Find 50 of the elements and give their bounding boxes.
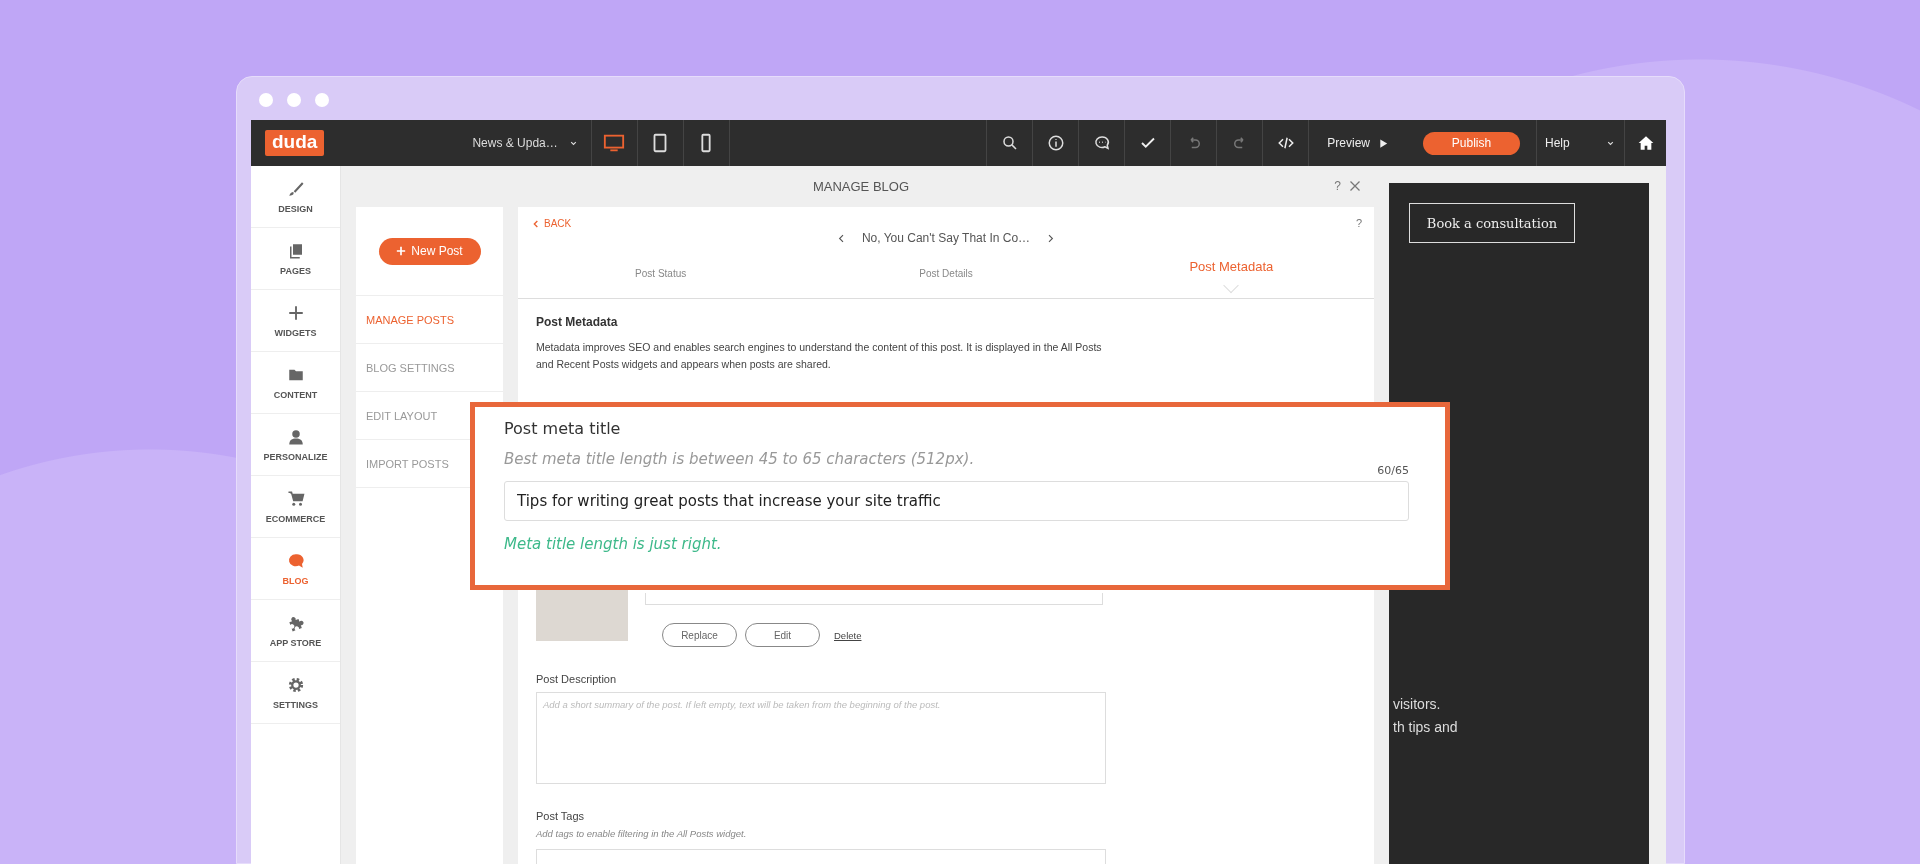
field-label: Post Description bbox=[536, 673, 618, 685]
description-text: Metadata improves SEO and enables search engines to understand the content of this post. It is displayed in the All Posts and Recent Posts widgets and appears when posts are shared. bbox=[536, 340, 1103, 372]
person-icon bbox=[286, 427, 305, 446]
chat-icon bbox=[286, 551, 305, 570]
window-dot bbox=[315, 93, 329, 107]
info-icon[interactable] bbox=[1046, 134, 1065, 152]
delete-link[interactable]: Delete bbox=[834, 629, 862, 641]
page-selector[interactable]: News & Upda… bbox=[466, 135, 591, 151]
field-label: Post Tags bbox=[536, 810, 586, 822]
post-title: No, You Can't Say That In Co… bbox=[861, 231, 1031, 245]
preview-button[interactable]: Preview bbox=[1308, 120, 1407, 166]
tab[interactable]: Post Metadata bbox=[1189, 259, 1274, 274]
site-text: th tips and bbox=[1393, 718, 1459, 737]
chevron-left-icon bbox=[532, 219, 540, 228]
chevron-left-icon[interactable] bbox=[836, 233, 846, 243]
play-icon bbox=[1378, 137, 1389, 149]
window-dot bbox=[259, 93, 273, 107]
help-icon[interactable]: ? bbox=[1355, 217, 1362, 229]
help-icon[interactable]: ? bbox=[1334, 179, 1341, 193]
status-message: Meta title length is just right. bbox=[504, 535, 723, 553]
replace-button[interactable]: Replace bbox=[662, 623, 737, 647]
description-field[interactable]: Add a short summary of the post. If left empty, text will be taken from the beginning of the post. bbox=[536, 692, 1106, 784]
meta-title-field[interactable]: Tips for writing great posts that increase your site traffic bbox=[504, 481, 1409, 521]
cart-icon bbox=[286, 489, 305, 508]
gear-icon bbox=[286, 675, 305, 694]
back-link[interactable]: BACK bbox=[526, 217, 578, 230]
field-hint: Best meta title length is between 45 to 65 characters (512px). bbox=[504, 450, 976, 468]
comment-icon[interactable] bbox=[1092, 134, 1111, 152]
help-menu[interactable]: Help bbox=[1536, 120, 1624, 166]
close-icon[interactable] bbox=[1349, 180, 1361, 192]
chevron-right-icon[interactable] bbox=[1046, 233, 1056, 243]
section-title: Post Metadata bbox=[536, 315, 619, 329]
tab[interactable]: Post Status bbox=[635, 262, 687, 285]
field-label: Post meta title bbox=[504, 419, 622, 438]
plus-icon bbox=[286, 303, 305, 322]
consultation-button[interactable]: Book a consultation bbox=[1409, 203, 1575, 243]
panel-title: MANAGE BLOG bbox=[812, 179, 910, 194]
new-post-button[interactable]: New Post bbox=[378, 237, 481, 265]
character-counter: 60/65 bbox=[1377, 464, 1409, 477]
plus-icon bbox=[396, 246, 407, 256]
field-hint: Add tags to enable filtering in the All Posts widget. bbox=[536, 828, 748, 839]
publish-button[interactable]: Publish bbox=[1423, 131, 1520, 155]
tab[interactable]: Post Details bbox=[919, 262, 973, 285]
menu-item[interactable]: MANAGE POSTS bbox=[366, 313, 455, 326]
site-text: visitors. bbox=[1393, 695, 1442, 714]
window-dot bbox=[287, 93, 301, 107]
logo: duda bbox=[265, 130, 325, 156]
edit-button[interactable]: Edit bbox=[745, 623, 820, 647]
search-icon[interactable] bbox=[1000, 134, 1019, 152]
home-icon[interactable] bbox=[1637, 135, 1654, 151]
